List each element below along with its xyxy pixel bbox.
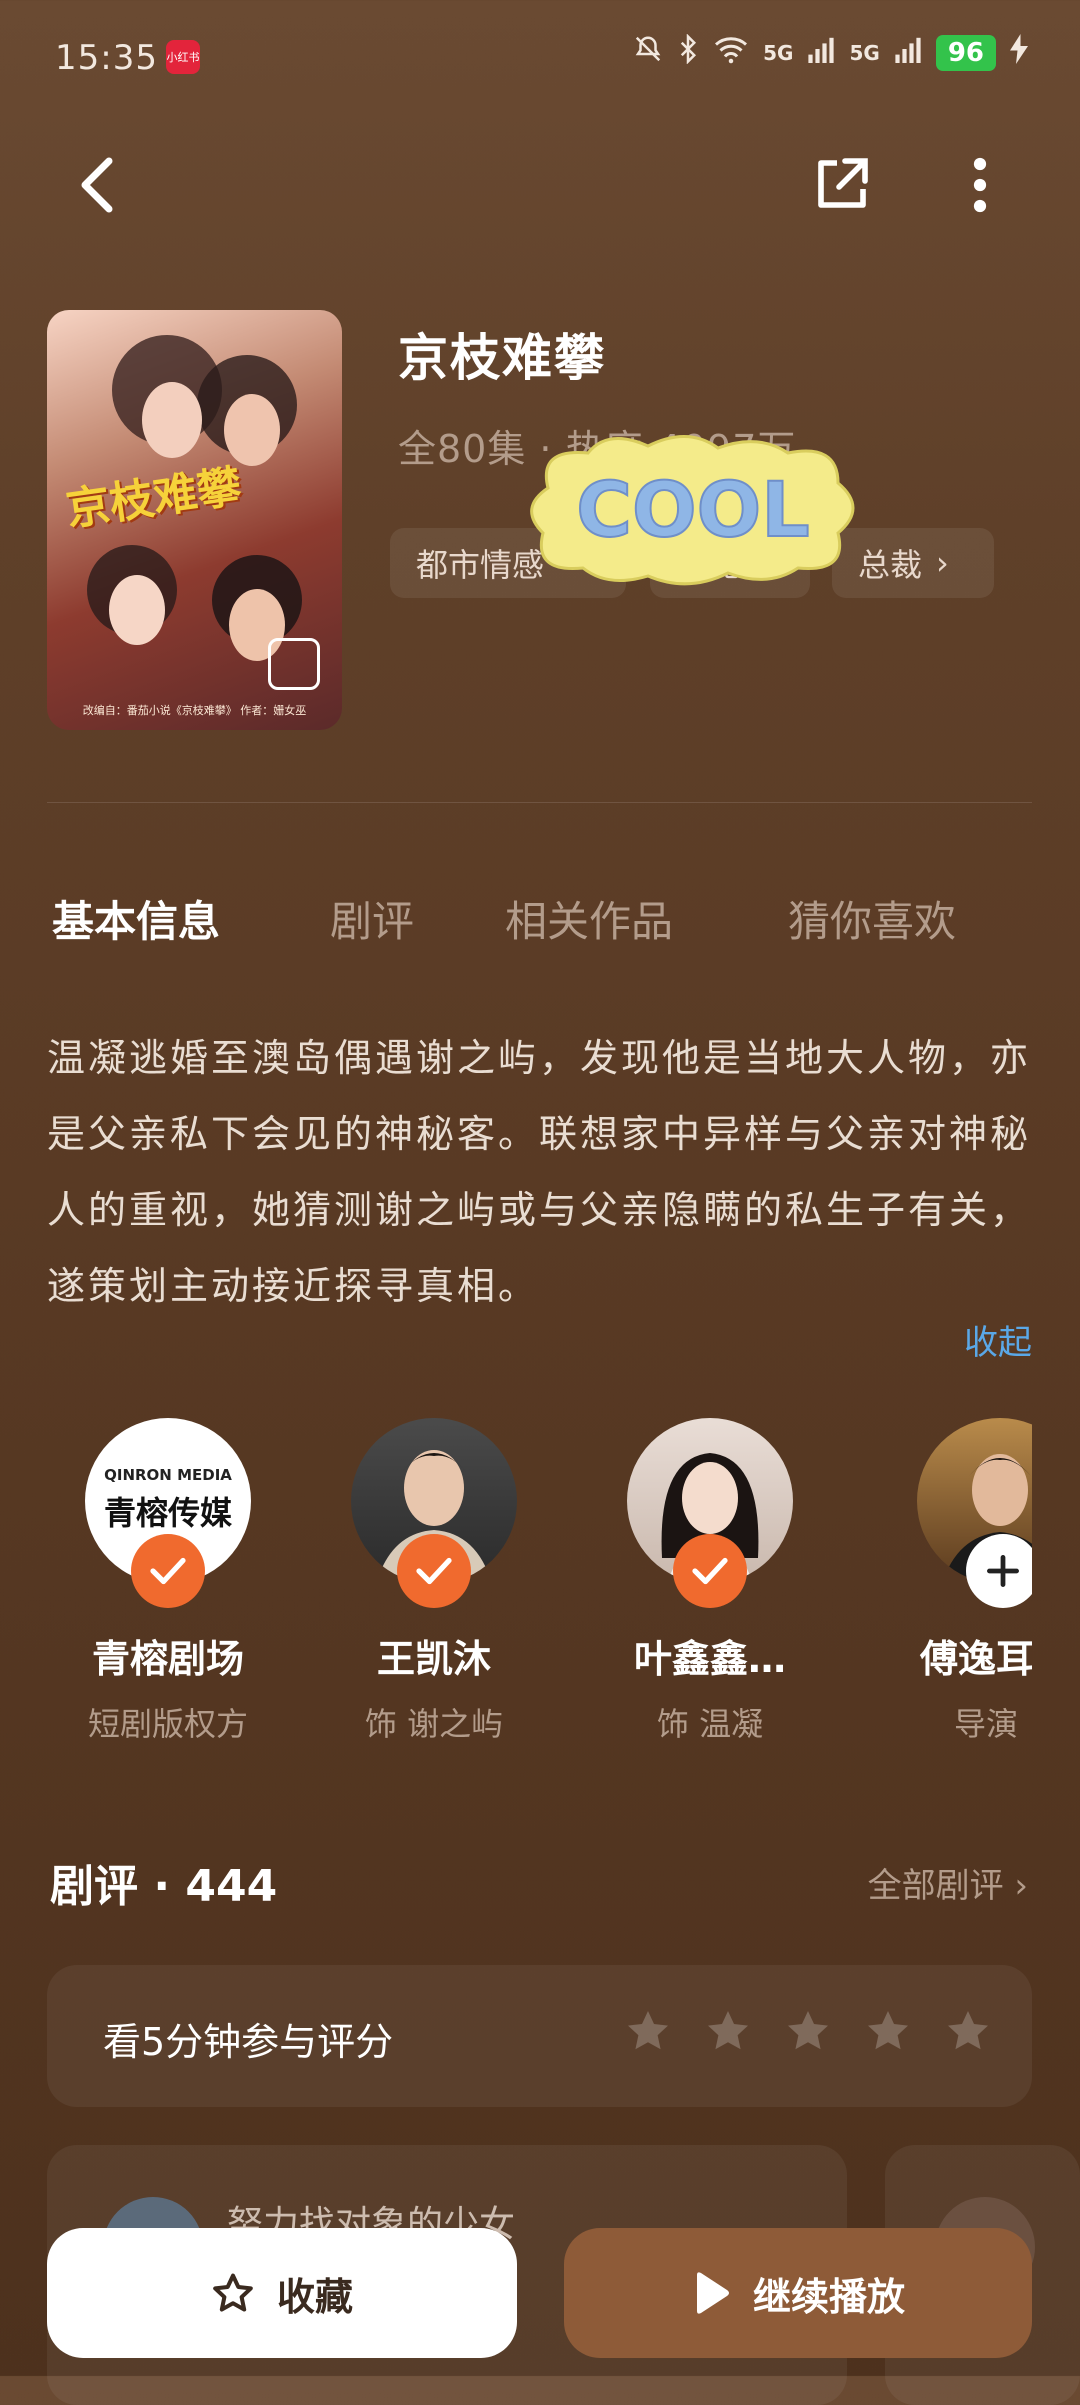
- logo-text-en: QINRON MEDIA: [104, 1466, 232, 1484]
- drama-description: 温凝逃婚至澳岛偶遇谢之屿，发现他是当地大人物，亦是父亲私下会见的神秘客。联想家中…: [47, 1036, 1032, 1308]
- favorite-label: 收藏: [276, 2274, 353, 2319]
- signal-1-label: 5G: [763, 40, 794, 65]
- drama-poster[interactable]: 京枝难攀 改编自：番茄小说《京枝难攀》 作者：姗女巫: [47, 310, 342, 730]
- star-icon[interactable]: [944, 2007, 992, 2055]
- signal-2-label: 5G: [849, 40, 880, 65]
- person-role: 短剧版权方: [87, 1705, 248, 1743]
- all-reviews-link[interactable]: 全部剧评 ›: [868, 1858, 1028, 1907]
- person-card-actor-2[interactable]: 叶鑫鑫… 饰 温凝: [610, 1418, 810, 1745]
- rating-card[interactable]: 看5分钟参与评分: [47, 1965, 1032, 2107]
- person-name: 王凯沐: [376, 1637, 491, 1681]
- tab-recommended[interactable]: 猜你喜欢: [788, 888, 956, 949]
- star-icon[interactable]: [864, 2007, 912, 2055]
- poster-caption: 改编自：番茄小说《京枝难攀》 作者：姗女巫: [82, 704, 307, 717]
- person-role: 饰 温凝: [656, 1705, 764, 1743]
- followed-check-icon[interactable]: [397, 1534, 471, 1608]
- share-button[interactable]: [806, 150, 876, 220]
- bluetooth-icon: [677, 33, 699, 71]
- person-name: 傅逸耳: [920, 1637, 1032, 1681]
- followed-check-icon[interactable]: [131, 1534, 205, 1608]
- more-vertical-icon: [973, 157, 987, 213]
- signal-1-icon: [807, 35, 835, 70]
- gallery-icon[interactable]: [268, 638, 320, 690]
- cool-sticker-text: COOL: [576, 465, 809, 554]
- star-icon[interactable]: [704, 2007, 752, 2055]
- avatar: [627, 1418, 793, 1608]
- favorite-button[interactable]: 收藏: [47, 2228, 517, 2358]
- more-button[interactable]: [950, 150, 1010, 220]
- rating-stars[interactable]: [624, 2007, 992, 2055]
- reviews-heading: 剧评 · 444: [50, 1861, 278, 1912]
- star-outline-icon: [213, 2273, 253, 2312]
- person-card-producer[interactable]: QINRON MEDIA 青榕传媒 青榕剧场 短剧版权方: [68, 1418, 268, 1745]
- person-role: 饰 谢之屿: [364, 1705, 504, 1743]
- charging-icon: [1010, 34, 1028, 71]
- avatar: QINRON MEDIA 青榕传媒: [85, 1418, 251, 1608]
- collapse-link[interactable]: 收起: [964, 1315, 1032, 1364]
- cool-sticker: COOL: [518, 428, 868, 588]
- chevron-right-icon: ›: [936, 544, 949, 582]
- continue-play-label: 继续播放: [752, 2274, 905, 2319]
- signal-2-icon: [894, 35, 922, 70]
- status-indicators: 5G 5G 96: [633, 33, 1028, 71]
- drama-title: 京枝难攀: [398, 329, 606, 387]
- continue-play-button[interactable]: 继续播放: [564, 2228, 1032, 2358]
- followed-check-icon[interactable]: [673, 1534, 747, 1608]
- person-name: 青榕剧场: [91, 1637, 244, 1681]
- follow-plus-icon[interactable]: [966, 1534, 1032, 1608]
- person-role: 导演: [954, 1705, 1019, 1743]
- star-icon[interactable]: [624, 2007, 672, 2055]
- tab-related-works[interactable]: 相关作品: [505, 888, 673, 949]
- back-arrow-icon: [81, 157, 113, 213]
- mute-icon: [633, 34, 663, 71]
- app-notification-icon: 小红书: [166, 40, 200, 74]
- tab-reviews[interactable]: 剧评: [330, 888, 414, 949]
- battery-level: 96: [935, 34, 996, 71]
- status-time: 15:35: [55, 38, 158, 78]
- logo-text-cn: 青榕传媒: [103, 1494, 232, 1532]
- avatar: [917, 1418, 1032, 1608]
- section-divider: [47, 802, 1032, 803]
- person-card-director[interactable]: 傅逸耳 导演: [900, 1418, 1032, 1778]
- rating-prompt: 看5分钟参与评分: [103, 2020, 394, 2064]
- play-icon: [696, 2272, 729, 2314]
- back-button[interactable]: [62, 150, 132, 220]
- avatar: [351, 1418, 517, 1608]
- person-name: 叶鑫鑫…: [633, 1637, 786, 1681]
- wifi-icon: [713, 34, 749, 71]
- star-icon[interactable]: [784, 2007, 832, 2055]
- share-icon: [818, 158, 868, 208]
- tab-basic-info[interactable]: 基本信息: [52, 888, 220, 949]
- person-card-actor-1[interactable]: 王凯沐 饰 谢之屿: [334, 1418, 534, 1745]
